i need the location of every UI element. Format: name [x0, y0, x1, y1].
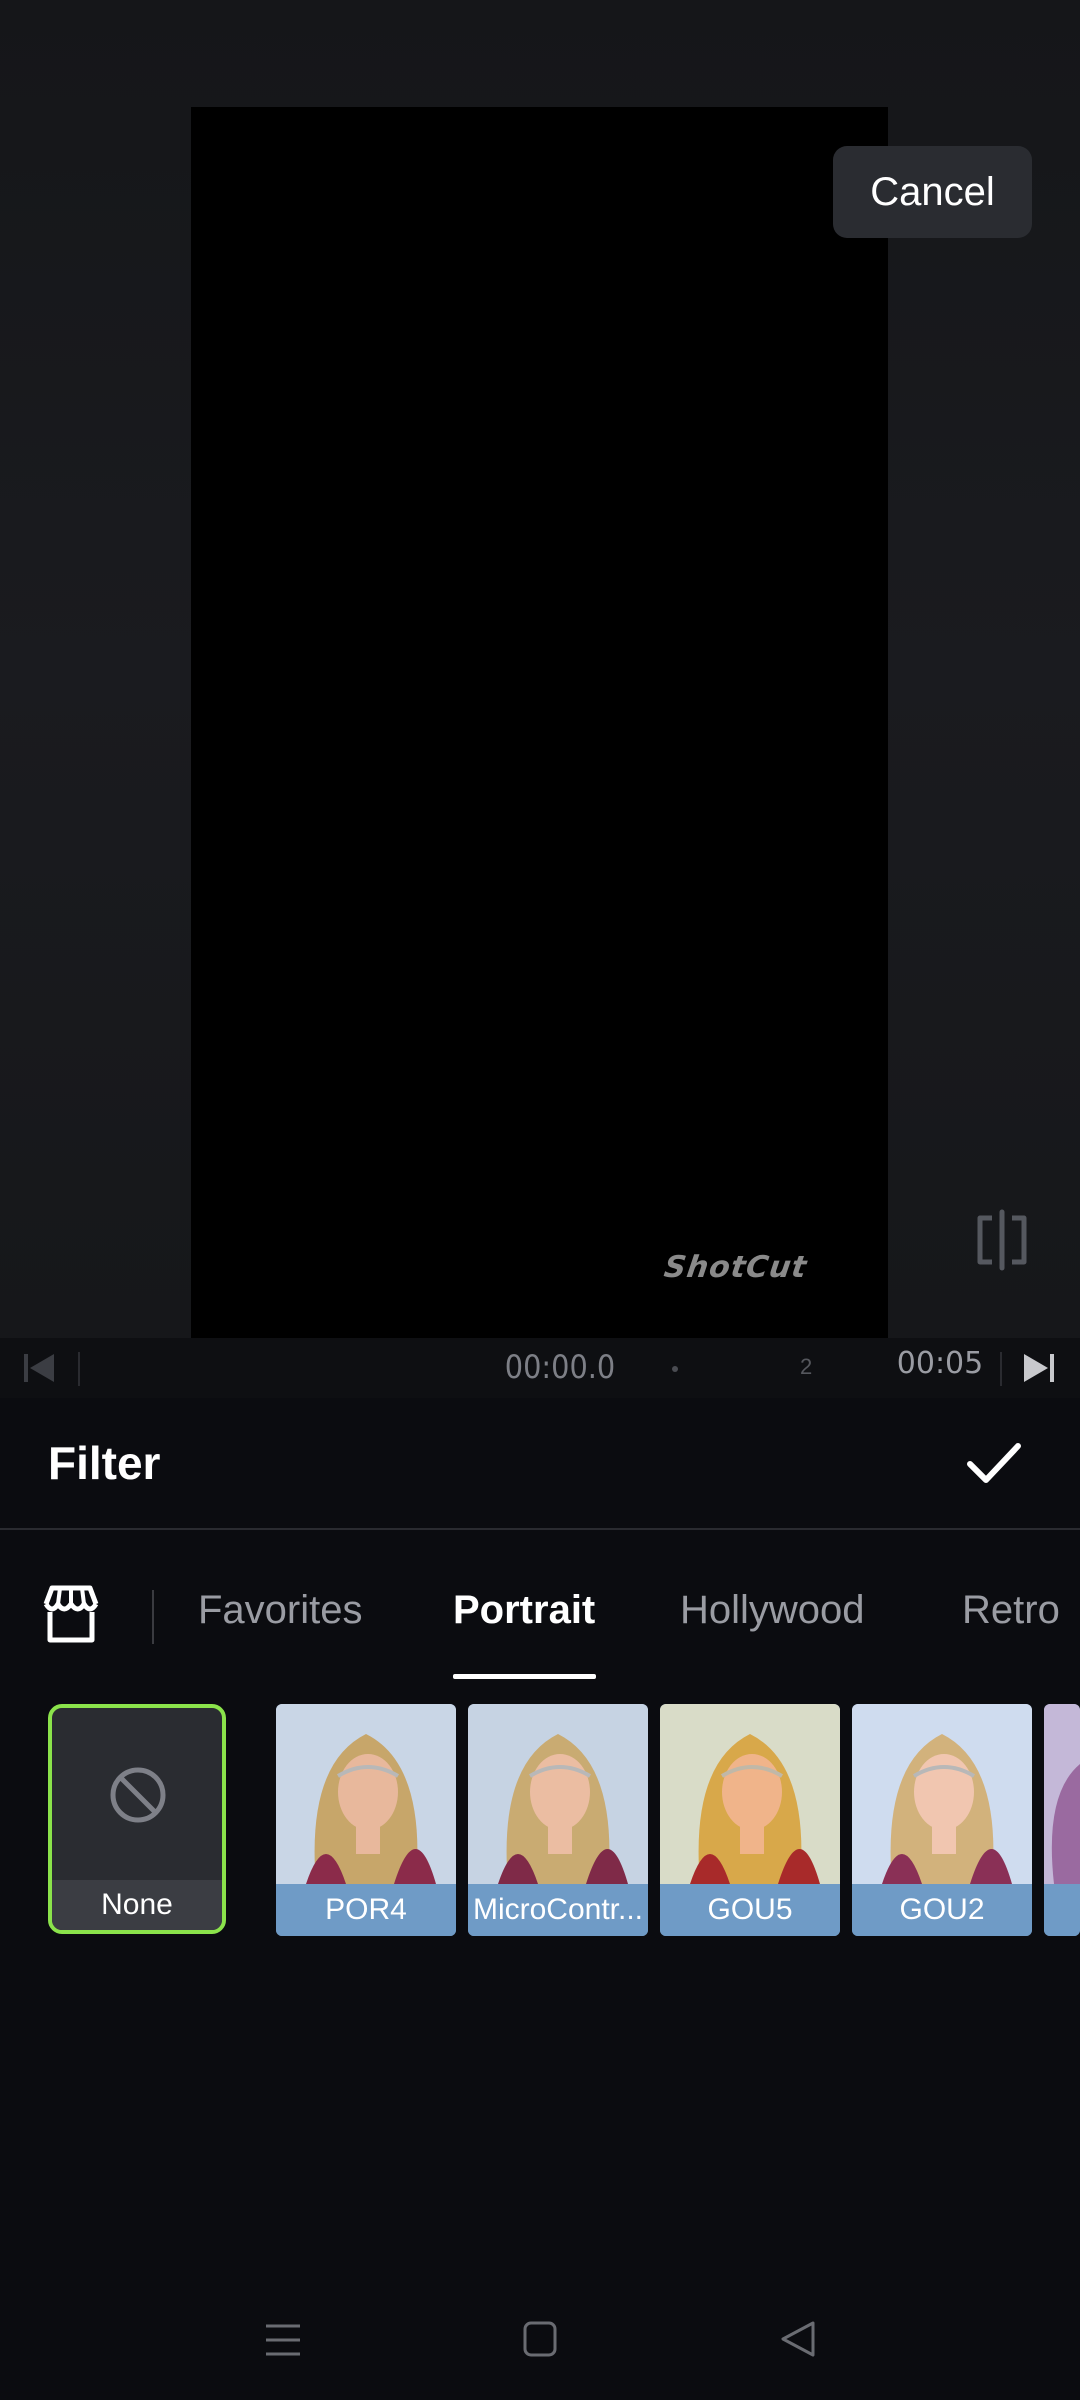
filter-item-none[interactable]: None [48, 1704, 226, 1934]
timeline-divider [78, 1352, 80, 1386]
checkmark-icon[interactable] [964, 1438, 1024, 1488]
tab-favorites[interactable]: Favorites [198, 1588, 363, 1633]
filter-item-gou5[interactable]: GOU5 [660, 1704, 840, 1936]
filter-item-microcontrast[interactable]: MicroContr... [468, 1704, 648, 1936]
skip-to-end-icon[interactable] [1020, 1352, 1056, 1384]
tab-separator [152, 1590, 154, 1644]
filter-label: GOU2 [852, 1884, 1032, 1936]
timeline-divider [1000, 1352, 1002, 1386]
active-tab-indicator [453, 1674, 596, 1679]
portrait-thumbnail [852, 1704, 1032, 1884]
portrait-thumbnail [1044, 1704, 1080, 1884]
tab-hollywood[interactable]: Hollywood [680, 1588, 865, 1633]
system-nav-bar [0, 2280, 1080, 2400]
timeline-marker: 2 [800, 1354, 813, 1379]
filter-label-partial [1044, 1884, 1080, 1936]
filter-list: None POR4 MicroContr... GOU5 GOU2 [0, 1700, 1080, 1940]
panel-title: Filter [48, 1437, 161, 1489]
end-time: 00:05 [896, 1346, 984, 1381]
tab-retro[interactable]: Retro [962, 1588, 1060, 1633]
filter-category-tabs: Favorites Portrait Hollywood Retro [0, 1530, 1080, 1680]
prohibited-icon [107, 1764, 169, 1826]
portrait-thumbnail [660, 1704, 840, 1884]
menu-icon[interactable] [264, 2322, 302, 2358]
watermark-logo: ShotCut [661, 1250, 810, 1285]
filter-label: POR4 [276, 1884, 456, 1936]
cancel-button[interactable]: Cancel [833, 146, 1032, 238]
video-canvas[interactable] [191, 107, 888, 1338]
filter-item-gou2[interactable]: GOU2 [852, 1704, 1032, 1936]
filter-label: GOU5 [660, 1884, 840, 1936]
skip-to-start-icon[interactable] [22, 1352, 58, 1384]
back-icon[interactable] [780, 2320, 816, 2358]
current-time: 00:00.0 [504, 1348, 616, 1386]
store-icon[interactable] [40, 1584, 102, 1644]
tab-portrait[interactable]: Portrait [453, 1588, 595, 1633]
filter-label: None [52, 1880, 222, 1930]
filter-panel-header: Filter [0, 1398, 1080, 1530]
portrait-thumbnail [468, 1704, 648, 1884]
filter-item-por4[interactable]: POR4 [276, 1704, 456, 1936]
preview-area: ShotCut Cancel [0, 0, 1080, 1338]
timeline-dot [672, 1366, 678, 1372]
timeline-bar: 00:00.0 2 00:05 [0, 1338, 1080, 1398]
compare-icon[interactable] [970, 1208, 1034, 1272]
portrait-thumbnail [276, 1704, 456, 1884]
filter-item-partial[interactable] [1044, 1704, 1080, 1936]
filter-label: MicroContr... [468, 1884, 648, 1936]
home-icon[interactable] [522, 2320, 558, 2358]
